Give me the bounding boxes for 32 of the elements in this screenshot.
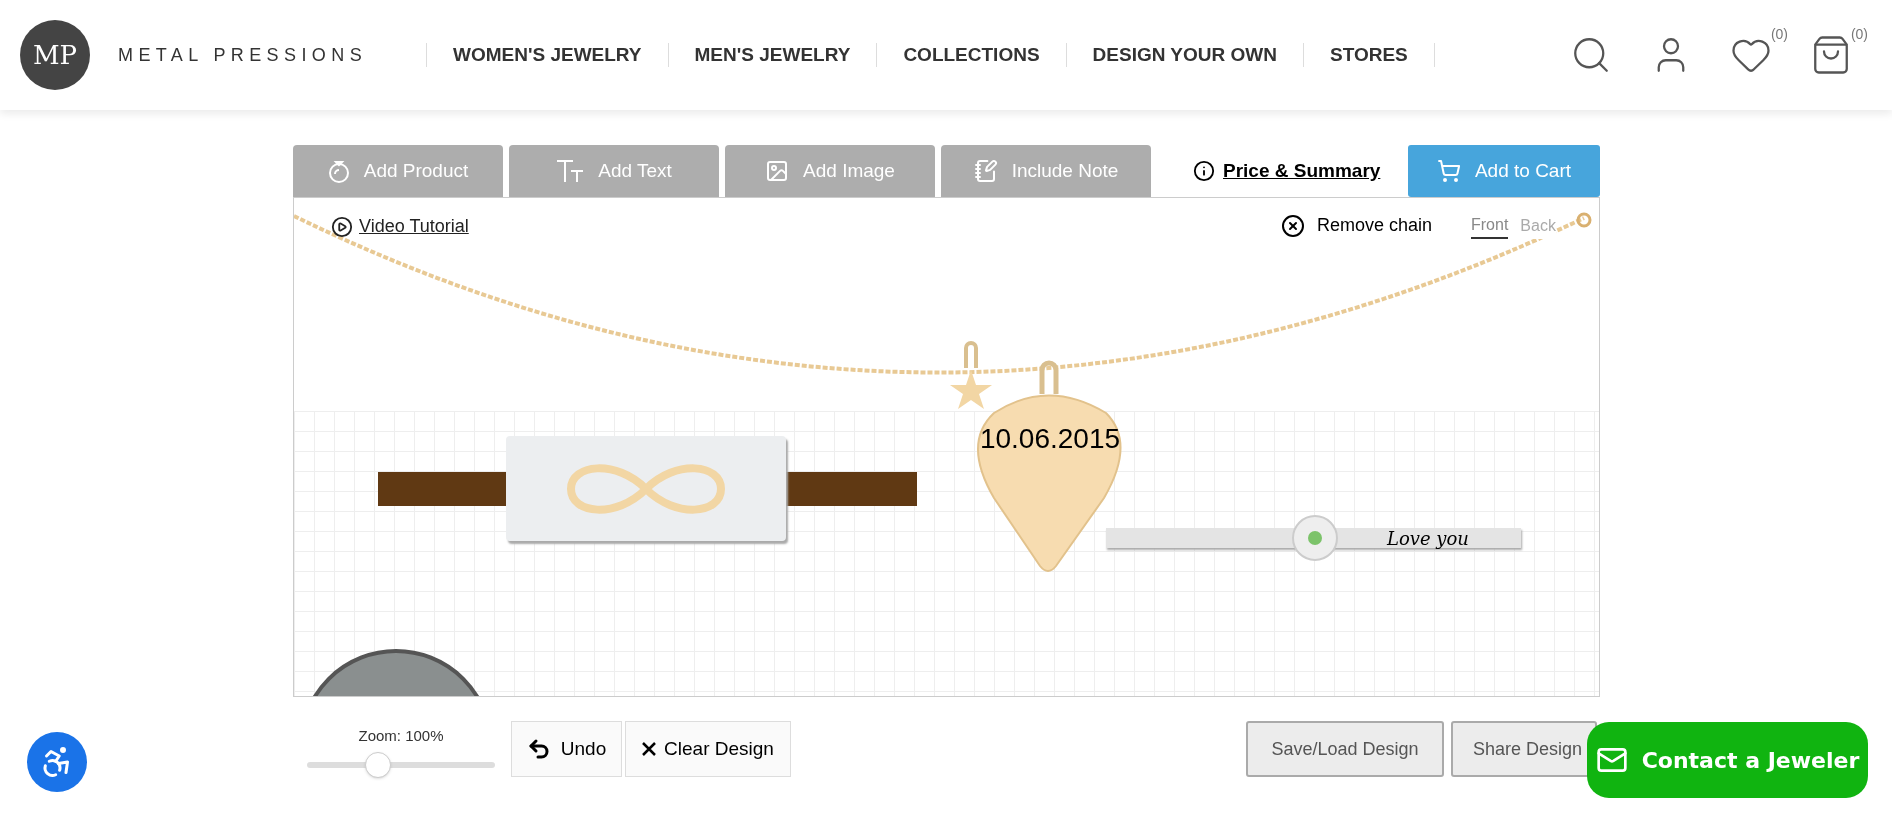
logo-badge[interactable]: MP (20, 20, 90, 90)
remove-chain-button[interactable]: Remove chain (1281, 212, 1433, 239)
gem-setting-icon (1292, 515, 1338, 561)
nav-link[interactable]: WOMEN'S JEWELRY (427, 40, 668, 70)
accessibility-button[interactable] (27, 732, 87, 792)
ring-icon (327, 158, 350, 184)
brand-name: METAL PRESSIONS (118, 43, 369, 67)
zoom-slider[interactable] (307, 751, 495, 778)
video-tutorial-link[interactable]: Video Tutorial (331, 213, 469, 240)
zoom-label: Zoom: 100% (358, 726, 444, 746)
save-load-button[interactable]: Save/Load Design (1246, 721, 1444, 777)
nav-link[interactable]: STORES (1303, 40, 1434, 70)
text-size-icon (556, 159, 585, 183)
info-icon (1193, 160, 1215, 182)
cart-count: (0) (1850, 25, 1868, 44)
wishlist-count: (0) (1770, 25, 1788, 44)
nav-link[interactable]: DESIGN YOUR OWN (1066, 40, 1303, 70)
note-icon (973, 159, 998, 183)
play-icon (331, 215, 353, 238)
engraved-text: Love you (1387, 527, 1469, 551)
share-design-button[interactable]: Share Design (1451, 721, 1597, 777)
image-icon (765, 159, 790, 183)
price-summary-link[interactable]: Price & Summary (1193, 145, 1381, 197)
close-icon (1281, 213, 1305, 238)
clear-design-button[interactable]: Clear Design (625, 721, 791, 777)
engraved-date: 10.06.2015 (979, 423, 1121, 454)
nav-link[interactable]: MEN'S JEWELRY (668, 40, 877, 70)
slider-thumb[interactable] (365, 751, 392, 778)
x-icon (642, 742, 657, 756)
nav-link[interactable]: COLLECTIONS (877, 40, 1066, 70)
cart-icon (1436, 159, 1461, 183)
undo-button[interactable]: Undo (511, 721, 622, 777)
